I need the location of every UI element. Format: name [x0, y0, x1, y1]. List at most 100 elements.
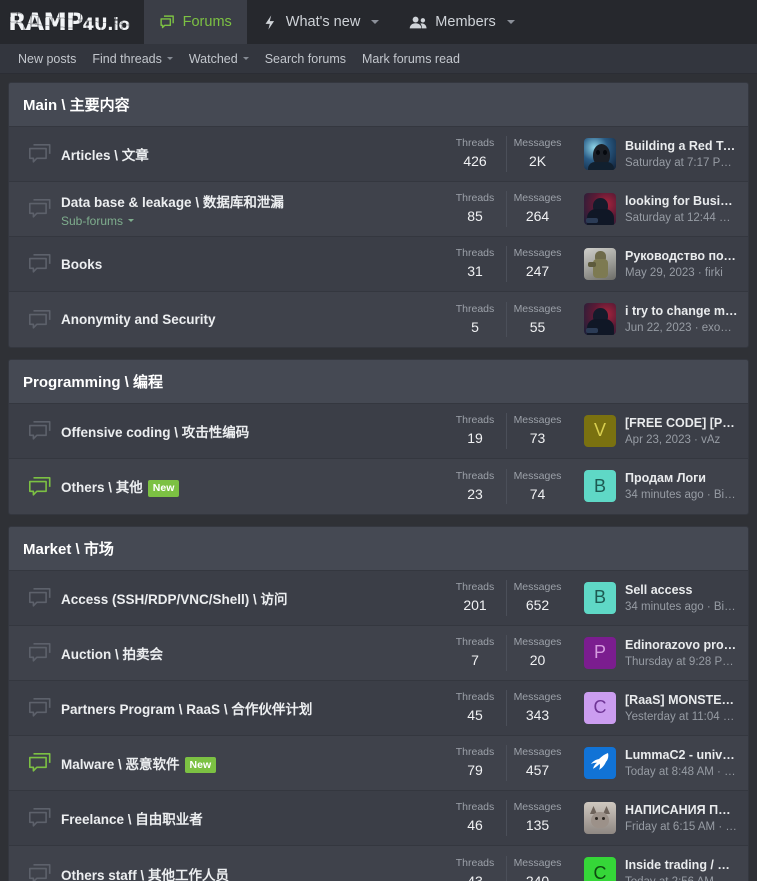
chevron-down-icon[interactable]	[128, 219, 135, 222]
messages-stat: Messages 2K	[506, 136, 568, 172]
last-post-title[interactable]: i try to change my imei …	[625, 302, 738, 320]
avatar[interactable]	[584, 746, 616, 779]
forum-info: Partners Program \ RaaS \ 合作伙伴计划	[61, 698, 444, 718]
avatar-letter: P	[593, 642, 606, 663]
last-post-title[interactable]: LummaC2 - universal st…	[625, 746, 738, 764]
messages-count: 457	[525, 762, 550, 779]
forum-bubble-icon	[19, 641, 61, 665]
avatar-letter: B	[593, 587, 606, 608]
last-post-title[interactable]: looking for Business em…	[625, 192, 738, 210]
forum-title[interactable]: Offensive coding \ 攻击性编码	[61, 421, 436, 441]
avatar[interactable]	[584, 801, 616, 834]
forum-row[interactable]: Malware \ 恶意软件 New Threads 79 Messages 457 Lum…	[9, 736, 748, 791]
forum-title[interactable]: Partners Program \ RaaS \ 合作伙伴计划	[61, 698, 436, 718]
last-post-title[interactable]: НАПИСАНИЯ ПИСЕМ Н…	[625, 801, 738, 819]
forum-title[interactable]: Malware \ 恶意软件 New	[61, 753, 436, 774]
secondary-navigation-bar: New posts Find threads Watched Search forum…	[0, 44, 757, 74]
avatar[interactable]	[584, 303, 616, 336]
subnav-item-new-posts[interactable]: New posts	[10, 52, 84, 66]
subnav-item-find-threads[interactable]: Find threads	[84, 52, 180, 66]
subnav-item-watched[interactable]: Watched	[181, 52, 257, 66]
avatar[interactable]	[584, 137, 616, 170]
messages-label: Messages	[513, 414, 562, 427]
bolt-icon	[262, 14, 279, 31]
forum-bubble-icon	[19, 751, 61, 775]
last-post-title[interactable]: Руководство пользова…	[625, 247, 738, 265]
forum-title[interactable]: Others staff \ 其他工作人员	[61, 864, 436, 881]
last-post: B Sell access34 minutes ago · Big-Bro	[568, 581, 738, 616]
threads-stat: Threads 5	[444, 302, 506, 337]
avatar[interactable]	[584, 247, 616, 280]
subnav-item-label: Find threads	[92, 51, 162, 66]
forum-title[interactable]: Anonymity and Security	[61, 312, 436, 327]
forum-title[interactable]: Articles \ 文章	[61, 144, 436, 164]
last-post-meta: 34 minutes ago · Big-Bro	[625, 489, 738, 502]
top-navigation-bar: RAMP4U.io Forums What's new Members	[0, 0, 757, 44]
last-post-meta: Apr 23, 2023 · vAz	[625, 433, 721, 446]
last-post-text: Продам Логи 34 minutes ago · Big-Bro	[625, 469, 738, 504]
last-post-meta: Today at 2:56 AM · confin…	[625, 874, 738, 881]
avatar[interactable]: B	[584, 581, 616, 614]
messages-stat: Messages 264	[506, 191, 568, 227]
sub-forums-toggle[interactable]: Sub-forums	[61, 214, 135, 228]
messages-count: 652	[525, 597, 550, 614]
forum-title[interactable]: Access (SSH/RDP/VNC/Shell) \ 访问	[61, 588, 436, 608]
threads-label: Threads	[455, 192, 495, 205]
forum-row[interactable]: Articles \ 文章 Threads 426 Messages 2K Buildin…	[9, 127, 748, 182]
last-post-title[interactable]: Building a Red Team Inf…	[625, 137, 738, 155]
forum-bubble-icon	[19, 862, 61, 881]
forum-row[interactable]: Partners Program \ RaaS \ 合作伙伴计划 Threads 4…	[9, 681, 748, 736]
forum-row[interactable]: Books Threads 31 Messages 247 Руководство пол…	[9, 237, 748, 292]
avatar[interactable]: C	[584, 857, 616, 881]
forum-stats: Threads 45 Messages 343	[444, 690, 568, 726]
chevron-down-icon[interactable]	[242, 57, 249, 60]
avatar[interactable]: B	[584, 470, 616, 503]
forum-title-text: Books	[61, 256, 103, 272]
forum-title[interactable]: Others \ 其他 New	[61, 476, 436, 497]
subnav-item-search-forums[interactable]: Search forums	[257, 52, 354, 66]
chevron-down-icon[interactable]	[371, 20, 380, 24]
forum-row[interactable]: Auction \ 拍卖会 Threads 7 Messages 20 P Edinoraz…	[9, 626, 748, 681]
last-post-text: [FREE CODE] [Python] [P…Apr 23, 2023 · v…	[625, 414, 738, 449]
forum-icon	[159, 14, 176, 31]
avatar[interactable]: V	[584, 414, 616, 447]
last-post-title[interactable]: [FREE CODE] [Python] [P…	[625, 414, 738, 432]
forum-row[interactable]: Offensive coding \ 攻击性编码 Threads 19 Message…	[9, 404, 748, 459]
avatar[interactable]: P	[584, 636, 616, 669]
last-post-title[interactable]: Inside trading / BEC Sca…	[625, 856, 738, 874]
threads-count: 31	[467, 263, 483, 280]
forum-row[interactable]: Freelance \ 自由职业者 Threads 46 Messages 135 НАП…	[9, 791, 748, 846]
last-post-title[interactable]: Продам Логи	[625, 469, 738, 487]
forum-title[interactable]: Books	[61, 257, 436, 272]
messages-stat: Messages 135	[506, 800, 568, 836]
forum-row[interactable]: Anonymity and Security Threads 5 Messages 55…	[9, 292, 748, 347]
forum-info: Freelance \ 自由职业者	[61, 808, 444, 828]
subnav-item-mark-forums-read[interactable]: Mark forums read	[354, 52, 468, 66]
site-logo[interactable]: RAMP4U.io	[0, 0, 144, 44]
messages-count: 240	[525, 872, 550, 881]
nav-tab-forums[interactable]: Forums	[143, 0, 247, 44]
threads-label: Threads	[455, 137, 495, 150]
nav-tab-what-s-new[interactable]: What's new	[247, 0, 395, 44]
forum-info: Articles \ 文章	[61, 144, 444, 164]
forum-row[interactable]: Data base & leakage \ 数据库和泄漏 Sub-forums Th…	[9, 182, 748, 237]
chevron-down-icon[interactable]	[506, 20, 515, 24]
chevron-down-icon[interactable]	[166, 57, 173, 60]
messages-stat: Messages 74	[506, 468, 568, 505]
last-post-title[interactable]: Edinorazovo prodam la…	[625, 636, 738, 654]
nav-tab-members[interactable]: Members	[394, 0, 529, 44]
forum-row[interactable]: Others \ 其他 New Threads 23 Messages 74 B Продам…	[9, 459, 748, 514]
last-post-text: Sell access34 minutes ago · Big-Bro	[625, 581, 738, 616]
forum-row[interactable]: Access (SSH/RDP/VNC/Shell) \ 访问 Threads 20…	[9, 571, 748, 626]
forum-title[interactable]: Freelance \ 自由职业者	[61, 808, 436, 828]
forum-title-text: Data base & leakage \ 数据库和泄漏	[61, 194, 284, 210]
forum-row[interactable]: Others staff \ 其他工作人员 Threads 43 Messages 24…	[9, 846, 748, 881]
forum-title[interactable]: Auction \ 拍卖会	[61, 643, 436, 663]
last-post-title[interactable]: [RaaS] MONSTER Ranso…	[625, 691, 738, 709]
section-title: Programming \ 编程	[9, 360, 748, 404]
avatar[interactable]: C	[584, 691, 616, 724]
forum-title[interactable]: Data base & leakage \ 数据库和泄漏	[61, 191, 436, 211]
avatar[interactable]	[584, 192, 616, 225]
last-post-title[interactable]: Sell access	[625, 581, 738, 599]
threads-label: Threads	[455, 581, 495, 594]
